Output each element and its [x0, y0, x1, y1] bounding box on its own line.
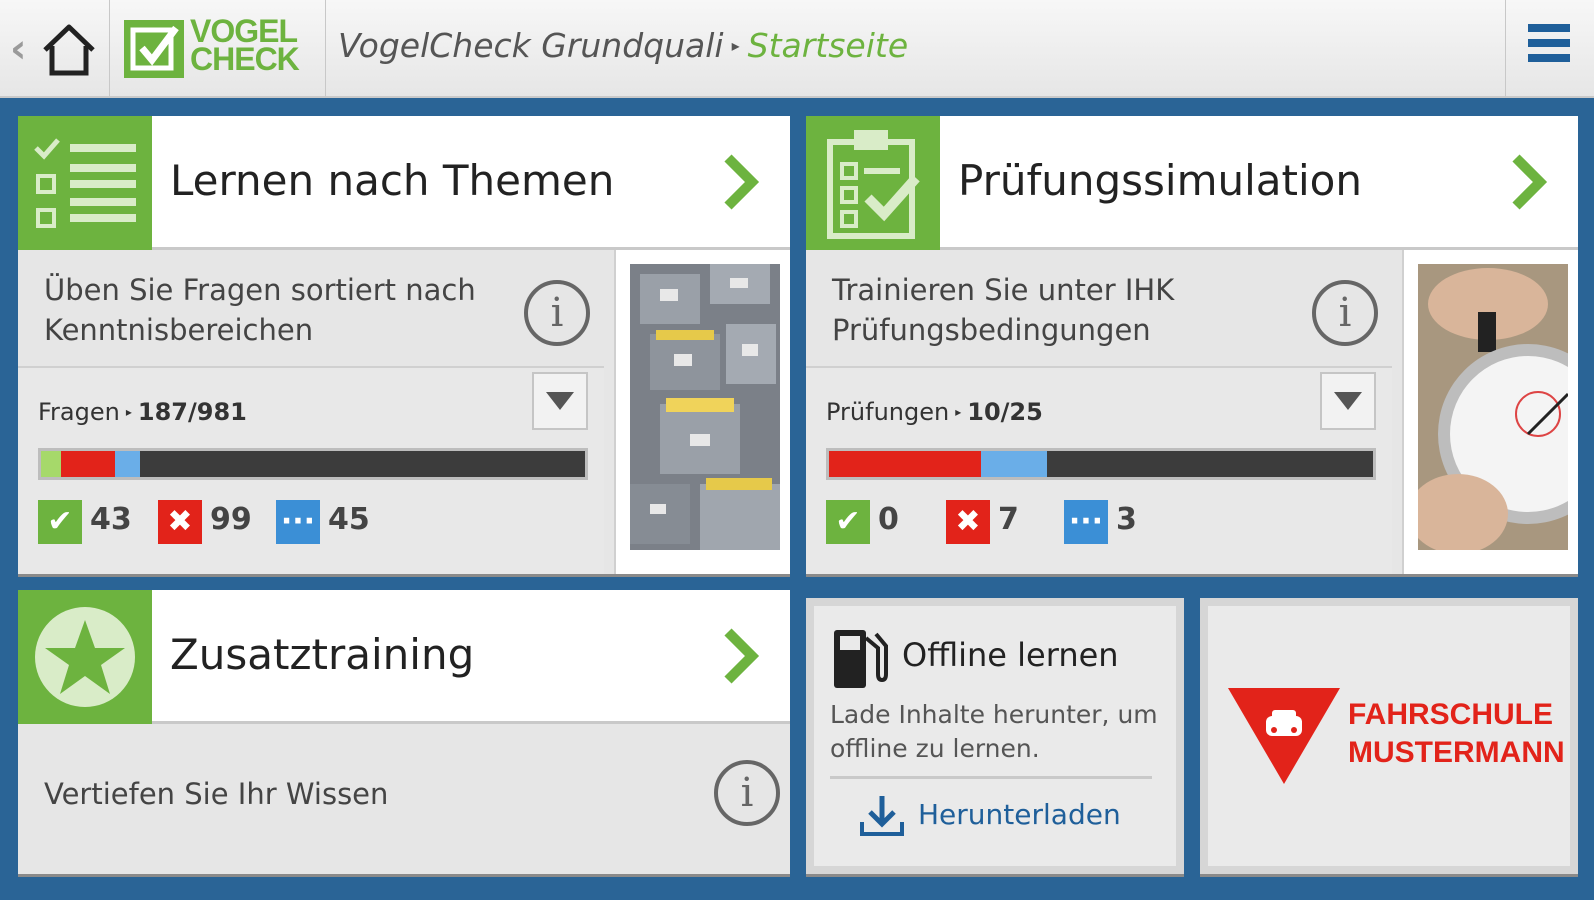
check-icon: ✔: [38, 500, 82, 544]
topics-progress-bar: [38, 448, 588, 480]
checklist-icon: [18, 116, 152, 250]
breadcrumb-app-title[interactable]: VogelCheck Grundquali: [338, 26, 724, 65]
exam-progress-bar: [826, 448, 1376, 480]
ellipsis-icon: ···: [276, 500, 320, 544]
exam-stat-label: Prüfungen ▸ 10/25: [826, 398, 1043, 426]
hamburger-menu-icon[interactable]: [1528, 24, 1570, 72]
info-icon[interactable]: i: [1312, 280, 1378, 346]
fuel-pump-icon: [834, 630, 888, 688]
driving-school-line1: FAHRSCHULE: [1348, 698, 1554, 731]
count-wrong-value: 99: [210, 502, 252, 537]
exam-stat-value: 10/25: [967, 398, 1043, 426]
caret-down-icon: [1334, 392, 1362, 410]
logo-check-icon: [124, 20, 184, 78]
progress-correct-segment: [41, 451, 61, 477]
breadcrumb: VogelCheck Grundquali ▸ Startseite: [326, 0, 1506, 98]
topics-card-title: Lernen nach Themen: [170, 156, 615, 205]
logo-wordmark: VOGEL CHECK: [190, 15, 300, 77]
menu-button[interactable]: [1506, 0, 1594, 98]
download-label: Herunterladen: [918, 798, 1121, 831]
breadcrumb-current: Startseite: [747, 26, 909, 65]
caret-down-icon: [546, 392, 574, 410]
count-open-value: 3: [1116, 502, 1137, 537]
exam-description: Trainieren Sie unter IHK Prüfungsbedingu…: [832, 273, 1175, 347]
exam-card-title: Prüfungssimulation: [958, 156, 1362, 205]
progress-wrong-segment: [60, 451, 115, 477]
exam-card: Prüfungssimulation Trainieren Sie unter …: [806, 116, 1578, 574]
cross-icon: ✖: [158, 500, 202, 544]
count-open-value: 45: [328, 502, 370, 537]
car-warning-triangle-icon: [1228, 688, 1340, 784]
extra-card-header[interactable]: Zusatztraining: [18, 590, 790, 724]
chevron-right-icon[interactable]: [720, 152, 760, 212]
topics-stat-label: Fragen ▸ 187/981: [38, 398, 247, 426]
info-icon[interactable]: i: [524, 280, 590, 346]
offline-description: Lade Inhalte herunter, um offline zu ler…: [830, 700, 1158, 763]
extra-card-title: Zusatztraining: [170, 630, 475, 679]
offline-title: Offline lernen: [902, 636, 1119, 674]
topics-description: Üben Sie Fragen sortiert nach Kenntnisbe…: [44, 273, 476, 347]
progress-open-segment: [981, 451, 1047, 477]
chevron-right-icon[interactable]: [720, 626, 760, 686]
exam-stats: Prüfungen ▸ 10/25 ✔ 0 ✖ 7 ··· 3: [806, 366, 1392, 574]
download-icon: [860, 796, 904, 836]
cross-icon: ✖: [946, 500, 990, 544]
chevron-right-icon[interactable]: [1508, 152, 1548, 212]
breadcrumb-separator-icon: ▸: [731, 36, 740, 55]
driving-school-name: FAHRSCHULE MUSTERMANN: [1348, 696, 1565, 772]
stopwatch-image: [1402, 250, 1578, 574]
exam-dropdown-button[interactable]: [1320, 372, 1376, 430]
ellipsis-icon: ···: [1064, 500, 1108, 544]
progress-wrong-segment: [829, 451, 982, 477]
home-icon[interactable]: [40, 22, 98, 78]
exam-card-header[interactable]: Prüfungssimulation: [806, 116, 1578, 250]
extra-card: Zusatztraining Vertiefen Sie Ihr Wissen …: [18, 590, 790, 874]
offline-card[interactable]: Offline lernen Lade Inhalte herunter, um…: [806, 598, 1184, 874]
topics-stat-value: 187/981: [137, 398, 247, 426]
home-segment[interactable]: ‹: [0, 0, 110, 98]
check-icon: ✔: [826, 500, 870, 544]
driving-school-card[interactable]: FAHRSCHULE MUSTERMANN: [1200, 598, 1578, 874]
count-correct-value: 43: [90, 502, 132, 537]
divider: [830, 776, 1152, 779]
topics-card: Lernen nach Themen Üben Sie Fragen sorti…: [18, 116, 790, 574]
logo-line2: CHECK: [190, 41, 300, 77]
chevron-left-icon[interactable]: ‹: [10, 26, 26, 72]
separator-icon: ▸: [955, 405, 962, 419]
count-wrong-value: 7: [998, 502, 1019, 537]
separator-icon: ▸: [125, 405, 132, 419]
exam-stat-name: Prüfungen: [826, 398, 950, 426]
extra-description: Vertiefen Sie Ihr Wissen: [44, 777, 389, 811]
logo[interactable]: VOGEL CHECK: [110, 0, 326, 98]
clipboard-check-icon: [806, 116, 940, 250]
download-link[interactable]: Herunterladen: [858, 792, 1128, 840]
header-bar: ‹ VOGEL CHECK VogelCheck Grundquali ▸ Star…: [0, 0, 1594, 98]
count-correct-value: 0: [878, 502, 899, 537]
progress-open-segment: [114, 451, 140, 477]
topics-stat-name: Fragen: [38, 398, 120, 426]
topics-dropdown-button[interactable]: [532, 372, 588, 430]
topics-stats: Fragen ▸ 187/981 ✔ 43 ✖ 99 ··· 45: [18, 366, 604, 574]
topics-card-header[interactable]: Lernen nach Themen: [18, 116, 790, 250]
file-cabinet-image: [614, 250, 790, 574]
info-icon[interactable]: i: [714, 760, 780, 826]
star-icon: [18, 590, 152, 724]
driving-school-line2: MUSTERMANN: [1348, 736, 1565, 769]
